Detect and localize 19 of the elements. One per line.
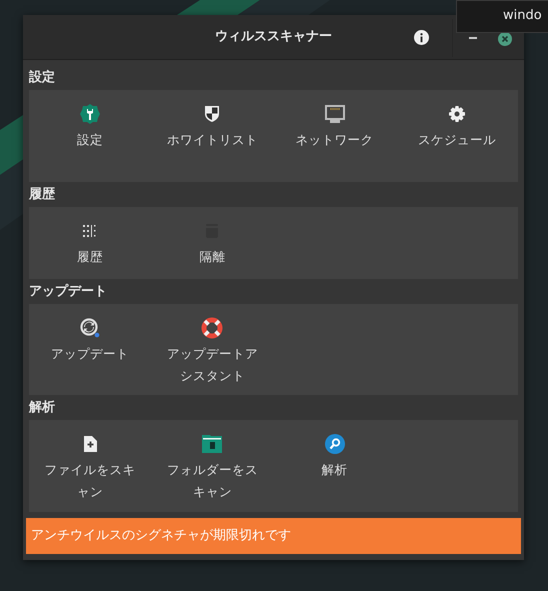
tool-button[interactable]: 履歴	[29, 207, 152, 268]
section-heading: アップデート	[29, 282, 108, 301]
tool-button[interactable]: 設定	[29, 90, 152, 151]
window-title: ウィルススキャナー	[215, 28, 332, 46]
tool-button[interactable]: ネットワーク	[274, 90, 396, 151]
tool-button[interactable]: ホワイトリスト	[151, 90, 274, 151]
status-bar: アンチウイルスのシグネチャが期限切れです	[26, 518, 521, 554]
tool-button[interactable]: アップデート	[29, 304, 152, 365]
info-icon[interactable]	[414, 30, 429, 45]
tool-button[interactable]: ファイルをスキャン	[29, 420, 152, 503]
section-heading: 解析	[29, 399, 56, 417]
section-heading: 履歴	[29, 186, 56, 204]
tool-button[interactable]: 解析	[274, 420, 396, 481]
close-icon[interactable]	[498, 32, 512, 46]
tool-button[interactable]: フォルダーをスキャン	[151, 420, 274, 503]
tool-button[interactable]: アップデートアシスタント	[151, 304, 274, 387]
section-heading: 設定	[29, 68, 56, 87]
tool-button[interactable]: スケジュール	[396, 90, 518, 151]
tooltip-text: windo	[503, 8, 542, 24]
